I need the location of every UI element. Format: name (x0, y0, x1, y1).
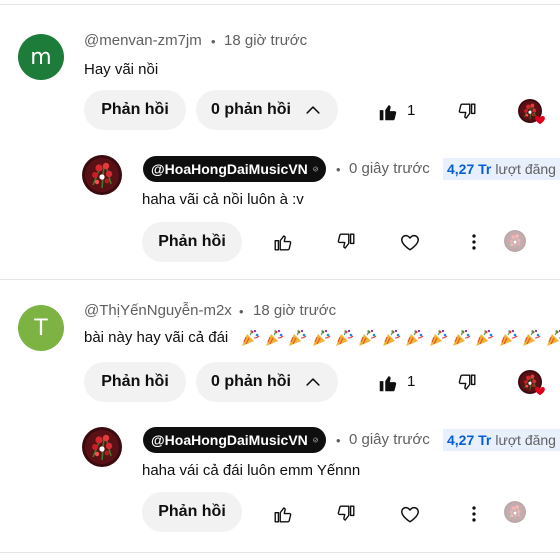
comment-text-row: bài này hay vãi cả đái (84, 329, 560, 351)
dislike-button[interactable] (455, 371, 479, 395)
creator-avatar-icon (504, 230, 526, 252)
like-button[interactable] (376, 100, 400, 124)
party-popper-icon (357, 329, 377, 347)
party-popper-icon (545, 329, 560, 347)
party-popper-icon (287, 329, 307, 347)
chevron-up-icon (303, 372, 323, 392)
verified-check-icon (313, 161, 318, 177)
avatar[interactable]: m (18, 34, 64, 80)
thumbs-down-icon (335, 231, 357, 253)
party-popper-icon (334, 329, 354, 347)
channel-name-chip[interactable]: @HoaHongDaiMusicVN (143, 156, 326, 182)
party-popper-icon (381, 329, 401, 347)
comment-username[interactable]: @ThịYếnNguyễn-m2x (84, 302, 232, 319)
dislike-button[interactable] (334, 230, 358, 254)
thread-divider (0, 279, 560, 280)
heart-outline-icon (399, 503, 421, 525)
channel-name-chip[interactable]: @HoaHongDaiMusicVN (143, 427, 326, 453)
thumbs-up-icon (272, 231, 294, 253)
like-button[interactable] (271, 502, 295, 526)
dislike-button[interactable] (455, 100, 479, 124)
reply-button[interactable]: Phản hồi (142, 222, 242, 262)
like-count: 1 (407, 102, 416, 119)
channel-avatar[interactable] (82, 427, 122, 467)
heart-icon (533, 383, 547, 397)
more-actions-button[interactable] (462, 502, 486, 526)
party-popper-icon (521, 329, 541, 347)
party-popper-icon (451, 329, 471, 347)
divider-top (0, 4, 560, 5)
channel-name: @HoaHongDaiMusicVN (151, 161, 308, 177)
like-count: 1 (407, 373, 416, 390)
thumbs-down-icon (456, 372, 478, 394)
comment-text: bài này hay vãi cả đái (84, 329, 229, 346)
like-button[interactable] (271, 230, 295, 254)
avatar-letter: T (34, 315, 48, 341)
creator-heart-faded (503, 500, 527, 524)
comment-username[interactable]: @menvan-zm7jm (84, 32, 202, 49)
subscriber-badge: 4,27 Tr lượt đăng k (443, 158, 560, 180)
more-actions-button[interactable] (462, 230, 486, 254)
creator-heart-faded (503, 229, 527, 253)
party-popper-icon (264, 329, 284, 347)
party-popper-icon (311, 329, 331, 347)
avatar-letter: m (30, 44, 52, 70)
comment-time[interactable]: 18 giờ trước (224, 32, 307, 49)
reply-text: haha vãi cả nồi luôn à :v (142, 191, 304, 208)
separator-dot: • (239, 304, 244, 319)
more-vert-icon (463, 503, 485, 525)
separator-dot: • (336, 162, 341, 177)
subscriber-count: 4,27 Tr (447, 432, 492, 448)
reply-time[interactable]: 0 giây trước (349, 160, 430, 177)
reply-button[interactable]: Phản hồi (84, 362, 186, 402)
separator-dot: • (211, 34, 216, 49)
party-popper-icon (498, 329, 518, 347)
like-button[interactable] (376, 371, 400, 395)
channel-avatar[interactable] (82, 155, 122, 195)
heart-button[interactable] (398, 502, 422, 526)
heart-outline-icon (399, 231, 421, 253)
reply-button-label: Phản hồi (101, 101, 169, 118)
verified-check-icon (313, 432, 318, 448)
heart-button[interactable] (398, 230, 422, 254)
reply-button-label: Phản hồi (158, 503, 226, 520)
creator-avatar-icon (504, 501, 526, 523)
thumbs-down-icon (456, 101, 478, 123)
reply-button[interactable]: Phản hồi (142, 492, 242, 532)
thread-divider (0, 552, 560, 553)
avatar[interactable]: T (18, 305, 64, 351)
reply-button-label: Phản hồi (101, 373, 169, 390)
chevron-up-icon (303, 100, 323, 120)
more-vert-icon (463, 231, 485, 253)
party-popper-icon (474, 329, 494, 347)
channel-name: @HoaHongDaiMusicVN (151, 432, 308, 448)
thumbs-up-icon (377, 372, 399, 394)
creator-heart[interactable] (518, 99, 546, 127)
thumbs-up-icon (272, 503, 294, 525)
comment-time[interactable]: 18 giờ trước (253, 302, 336, 319)
reply-time[interactable]: 0 giây trước (349, 431, 430, 448)
subscriber-count: 4,27 Tr (447, 161, 492, 177)
heart-icon (533, 112, 547, 126)
party-popper-icon (240, 329, 260, 347)
reply-text: haha vái cả đái luôn emm Yếnnn (142, 462, 361, 479)
dislike-button[interactable] (334, 502, 358, 526)
subscriber-label: lượt đăng k (495, 161, 560, 177)
subscriber-badge: 4,27 Tr lượt đăng k (443, 429, 560, 451)
view-replies-button[interactable]: 0 phản hồi (196, 362, 338, 402)
view-replies-button[interactable]: 0 phản hồi (196, 90, 338, 130)
creator-heart[interactable] (518, 370, 546, 398)
subscriber-label: lượt đăng k (495, 432, 560, 448)
separator-dot: • (336, 433, 341, 448)
reply-button[interactable]: Phản hồi (84, 90, 186, 130)
reply-button-label: Phản hồi (158, 233, 226, 250)
view-replies-label: 0 phản hồi (211, 373, 291, 390)
emoji-group (240, 329, 560, 346)
thumbs-up-icon (377, 101, 399, 123)
view-replies-label: 0 phản hồi (211, 101, 291, 118)
party-popper-icon (404, 329, 424, 347)
thumbs-down-icon (335, 503, 357, 525)
party-popper-icon (428, 329, 448, 347)
comment-text: Hay vãi nồi (84, 61, 159, 78)
